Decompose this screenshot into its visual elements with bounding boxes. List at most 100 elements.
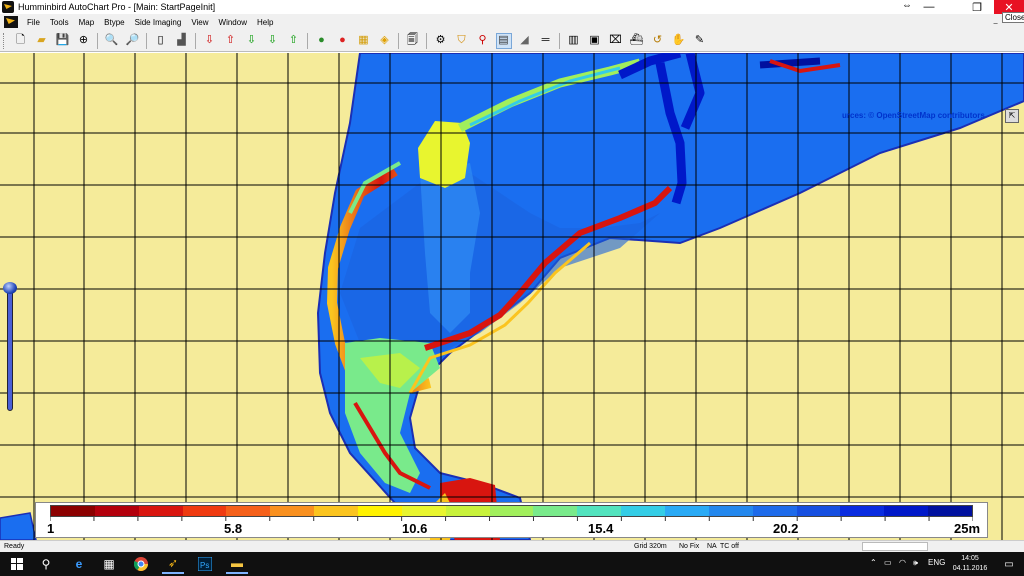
import-2-icon[interactable]: ⇧ (223, 33, 239, 49)
calculator-icon[interactable]: ▦ (98, 554, 120, 574)
up-arrow-icon[interactable]: ⌃ (870, 558, 877, 567)
camera-icon[interactable]: ⌧ (608, 33, 624, 49)
menu-file[interactable]: File (22, 18, 45, 27)
menu-window[interactable]: Window (214, 18, 252, 27)
legend-color-swatch (577, 506, 622, 516)
windows-icon[interactable] (6, 554, 28, 574)
menu-help[interactable]: Help (252, 18, 278, 27)
legend-color-swatch (840, 506, 885, 516)
document-icon[interactable]: 🗐 (405, 33, 421, 49)
new-icon[interactable]: 🗋 (13, 33, 29, 49)
legend-color-swatch (884, 506, 929, 516)
tiles-icon[interactable]: ▦ (356, 33, 372, 49)
menu-view[interactable]: View (186, 18, 213, 27)
export-1-icon[interactable]: ⇩ (265, 33, 281, 49)
depth-color-scale (50, 505, 973, 517)
boat-icon[interactable]: ⛴ (629, 33, 645, 49)
status-progress-box (862, 542, 928, 551)
autochart-icon[interactable]: ➶ (162, 554, 184, 574)
bathymetry-map[interactable] (0, 53, 1024, 540)
legend-color-swatch (358, 506, 402, 516)
cube-icon[interactable]: ◈ (377, 33, 393, 49)
toolbar-grip[interactable] (3, 32, 6, 49)
wedge-icon[interactable]: ◢ (517, 33, 533, 49)
toolbar-separator (398, 32, 399, 49)
legend-label-25m: 25m (954, 521, 981, 536)
route-icon[interactable]: ↺ (650, 33, 666, 49)
resize-arrow-icon: ⇔ (902, 0, 912, 11)
battery-icon[interactable]: ▭ (884, 558, 892, 567)
legend-color-swatch (796, 506, 841, 516)
status-na: NA (707, 543, 717, 550)
map-attribution[interactable]: urces: © OpenStreetMap contributors (842, 111, 985, 120)
legend-color-swatch (138, 506, 183, 516)
zoom-slider-thumb[interactable] (3, 282, 17, 294)
hand-icon[interactable]: ✋ (671, 33, 687, 49)
legend-color-swatch (270, 506, 315, 516)
export-2-icon[interactable]: ⇧ (286, 33, 302, 49)
mdi-document-icon[interactable] (4, 16, 18, 28)
legend-color-swatch (94, 506, 139, 516)
menu-tools[interactable]: Tools (45, 18, 74, 27)
menu-btype[interactable]: Btype (99, 18, 129, 27)
chart-icon[interactable]: ▟ (174, 33, 190, 49)
photoshop-icon[interactable]: Ps (194, 554, 216, 574)
legend-label-15-4: 15.4 (588, 521, 614, 536)
legend-label-5-8: 5.8 (224, 521, 243, 536)
menu-map[interactable]: Map (74, 18, 100, 27)
file-explorer-icon[interactable]: ▬ (226, 554, 248, 574)
zoom-out-icon[interactable]: 🔎 (125, 33, 141, 49)
open-icon[interactable]: ▰ (34, 33, 50, 49)
menu-side-imaging[interactable]: Side Imaging (130, 18, 187, 27)
toolbar-separator (97, 32, 98, 49)
legend-color-swatch (621, 506, 666, 516)
status-grid: Grid 320m (634, 543, 667, 550)
import-1-icon[interactable]: ⇩ (202, 33, 218, 49)
status-bar: Ready Grid 320m No Fix NA TC off (0, 540, 1024, 552)
map-expand-icon[interactable]: ⇱ (1005, 109, 1019, 123)
legend-color-swatch (401, 506, 446, 516)
minimize-button[interactable]: — (912, 0, 946, 14)
layers-icon[interactable]: ▤ (495, 32, 512, 49)
legend-color-swatch (665, 506, 709, 516)
legend-ticks (50, 517, 973, 521)
network-icon[interactable]: ◠ (899, 558, 906, 567)
toolbar-separator (426, 32, 427, 49)
zoom-slider-track[interactable] (7, 283, 13, 411)
legend-color-swatch (928, 506, 973, 516)
import-3-icon[interactable]: ⇩ (244, 33, 260, 49)
legend-label-10-6: 10.6 (402, 521, 428, 536)
page-icon[interactable]: ▯ (153, 33, 169, 49)
taskbar: ⚲ e ▦ ➶ Ps ▬ ⌃ ▭ ◠ 🕪 ENG 14:05 04.11.201… (0, 552, 1024, 576)
notifications-icon[interactable]: ▭ (998, 554, 1020, 574)
status-tc: TC off (720, 543, 739, 550)
restore-button[interactable]: ❐ (960, 0, 994, 14)
chrome-icon[interactable] (130, 554, 152, 574)
grid-icon[interactable]: ▥ (566, 33, 582, 49)
target-icon[interactable]: ⊕ (76, 33, 92, 49)
pin-icon[interactable]: ⚲ (475, 33, 491, 49)
ruler-icon[interactable]: ═ (538, 33, 554, 49)
save-icon[interactable]: 💾 (55, 33, 71, 49)
globe-1-icon[interactable]: ● (314, 33, 330, 49)
gear-icon[interactable]: ⚙ (433, 33, 449, 49)
language-indicator[interactable]: ENG (928, 558, 945, 567)
legend-label-20-2: 20.2 (773, 521, 799, 536)
volume-icon[interactable]: 🕪 (913, 558, 918, 568)
zoom-in-icon[interactable]: 🔍 (104, 33, 120, 49)
depth-icon[interactable]: ▣ (587, 33, 603, 49)
title-bar: Humminbird AutoChart Pro - [Main: StartP… (0, 0, 1024, 14)
status-ready: Ready (4, 543, 25, 550)
legend-color-swatch (182, 506, 227, 516)
svg-text:Ps: Ps (200, 561, 209, 570)
pencil-icon[interactable]: ✎ (692, 33, 708, 49)
globe-2-icon[interactable]: ● (335, 33, 351, 49)
toolbar-separator (195, 32, 196, 49)
legend-color-swatch (51, 506, 95, 516)
water-corner (0, 512, 37, 540)
marker-icon[interactable]: ⛉ (454, 33, 470, 49)
edge-icon[interactable]: e (68, 554, 90, 574)
search-icon[interactable]: ⚲ (35, 554, 57, 574)
map-canvas[interactable]: urces: © OpenStreetMap contributors ⇱ (0, 53, 1024, 540)
clock[interactable]: 14:05 04.11.2016 (950, 554, 990, 574)
